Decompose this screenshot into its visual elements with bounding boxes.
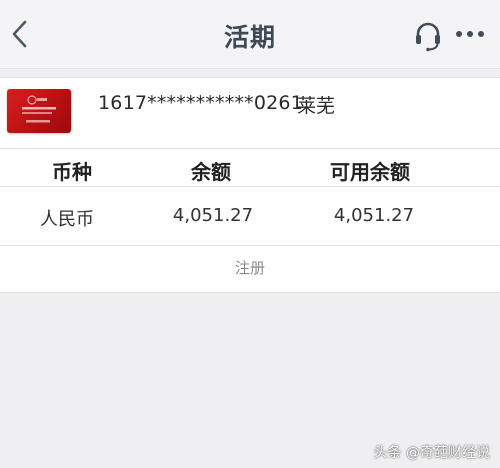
header-available-balance: 可用余额	[330, 160, 410, 184]
account-number: 1617***********0261	[98, 92, 304, 114]
cell-currency: 人民币	[40, 209, 94, 230]
top-nav-bar: 活期	[0, 0, 500, 69]
header-currency: 币种	[52, 160, 92, 184]
more-button[interactable]	[452, 20, 488, 48]
divider	[0, 245, 500, 246]
register-button[interactable]: 注册	[0, 257, 500, 278]
account-card: 1617***********0261 莱芜 币种 余额 可用余额 人民币 4,…	[0, 77, 500, 293]
divider	[0, 148, 500, 149]
cell-balance: 4,051.27	[172, 205, 254, 226]
watermark-text: 头条 @奇葩财经说	[373, 445, 490, 461]
more-dots-icon	[456, 31, 484, 37]
header-balance: 余额	[191, 160, 231, 184]
account-row[interactable]: 1617***********0261 莱芜	[0, 78, 500, 148]
headset-icon	[416, 22, 440, 52]
watermark: 头条 @奇葩财经说	[374, 442, 490, 462]
bank-card-icon	[7, 89, 71, 133]
account-holder-name: 莱芜	[297, 95, 336, 117]
customer-service-button[interactable]	[410, 18, 446, 54]
cell-available-balance: 4,051.27	[333, 205, 415, 226]
divider	[0, 186, 500, 187]
